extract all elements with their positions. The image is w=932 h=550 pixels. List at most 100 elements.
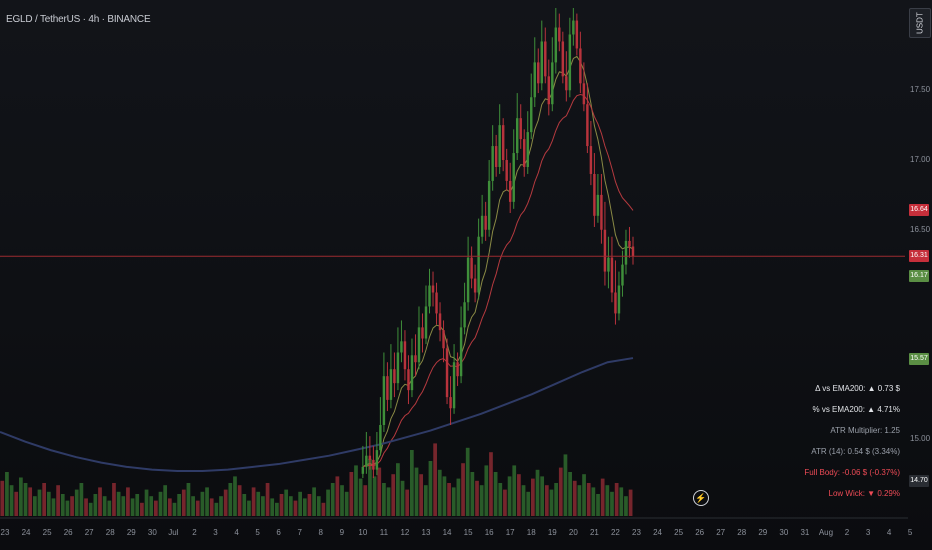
ema-mid-line (362, 94, 634, 468)
volume-bar (493, 472, 498, 516)
volume-bar (28, 487, 33, 516)
volume-bar (479, 485, 484, 516)
volume-bar (88, 502, 93, 516)
volume-bar (70, 496, 74, 516)
volume-bar (265, 483, 270, 516)
volume-bar (167, 498, 172, 516)
stats-panel: Δ vs EMA200: ▲ 0.73 $ % vs EMA200: ▲ 4.71… (780, 378, 900, 504)
volume-bar (195, 500, 200, 516)
candle-body (523, 139, 526, 167)
candle-body (414, 355, 417, 363)
volume-bar (219, 496, 223, 516)
volume-bar (498, 483, 503, 516)
volume-bar (32, 496, 37, 516)
volume-bar (326, 489, 330, 516)
candle-body (396, 352, 400, 384)
candle-body (480, 215, 484, 237)
volume-bar (9, 485, 14, 516)
x-tick-label: 24 (653, 528, 662, 537)
volume-bar (400, 480, 405, 516)
candle-body (410, 355, 414, 391)
volume-bar (354, 465, 358, 516)
chart-area[interactable]: EGLD / TetherUS · 4h · BINANCE USDT 17.5… (0, 0, 932, 550)
volume-bar (442, 476, 447, 516)
volume-bar (568, 472, 572, 516)
volume-bar (205, 487, 209, 516)
candle-body (400, 341, 403, 353)
candle-body (505, 160, 508, 181)
candle-body (565, 76, 568, 91)
candle-body (473, 278, 477, 293)
x-tick-label: 7 (297, 528, 302, 537)
candle-body (403, 341, 407, 370)
volume-bar (135, 494, 140, 516)
volume-bar (223, 489, 228, 516)
currency-badge[interactable]: USDT (909, 8, 931, 38)
volume-bar (312, 487, 316, 516)
candle-body (470, 257, 473, 279)
volume-bar (619, 487, 624, 516)
volume-bar (116, 491, 121, 516)
x-tick-label: 28 (737, 528, 747, 537)
x-tick-label: 27 (716, 528, 726, 537)
candle-body (494, 146, 498, 167)
candle-body (579, 48, 582, 84)
candle-body (424, 306, 428, 339)
volume-bar (414, 467, 419, 516)
ema200-line (0, 357, 634, 473)
volume-bar (577, 485, 582, 516)
candle-body (379, 425, 382, 451)
candle-body (596, 194, 600, 216)
candle-body (530, 97, 533, 133)
volume-bar (251, 487, 256, 516)
candle-body (568, 34, 572, 91)
x-tick-label: 18 (526, 528, 536, 537)
x-tick-label: 16 (484, 528, 494, 537)
volume-bar (544, 485, 549, 516)
volume-bar (302, 498, 307, 516)
volume-bar (14, 491, 19, 516)
candle-body (389, 369, 393, 400)
volume-bar (237, 485, 242, 516)
price-tag: 15.57 (909, 353, 929, 366)
x-tick-label: 21 (589, 528, 599, 537)
volume-bar (79, 483, 84, 516)
volume-bar (507, 476, 512, 516)
volume-bar (74, 489, 79, 516)
x-tick-label: 29 (126, 528, 136, 537)
x-tick-label: 5 (907, 528, 913, 537)
volume-bar (451, 487, 456, 516)
x-tick-label: Aug (818, 528, 834, 537)
price-axis-label: 15.00 (910, 433, 931, 443)
candle-body (498, 125, 501, 167)
volume-bar (382, 483, 386, 516)
x-tick-label: 8 (318, 528, 323, 537)
x-tick-label: 26 (63, 528, 73, 537)
x-tick-label: 27 (84, 528, 94, 537)
volume-bar (98, 487, 102, 516)
volume-bar (363, 485, 368, 516)
x-tick-label: 13 (421, 528, 431, 537)
lightning-icon[interactable]: ⚡ (693, 490, 709, 506)
candle-body (554, 27, 558, 63)
candle-body (589, 146, 593, 174)
candle-body (435, 292, 438, 314)
volume-bar (275, 502, 279, 516)
x-tick-label: 23 (632, 528, 641, 537)
volume-bar (209, 498, 214, 516)
volume-bar (37, 489, 42, 516)
volume-bar (84, 498, 88, 516)
x-tick-label: 26 (695, 528, 705, 537)
candle-body (572, 20, 575, 35)
candle-body (561, 41, 565, 77)
volume-bar (191, 496, 195, 516)
x-tick-label: 30 (147, 528, 157, 537)
volume-bar (149, 496, 154, 516)
candle-body (533, 62, 536, 98)
candle-body (593, 173, 596, 216)
candle-body (466, 257, 470, 303)
candle-body (484, 215, 487, 230)
volume-bar (377, 467, 382, 516)
candle-body (449, 397, 452, 409)
volume-bar (279, 494, 284, 516)
